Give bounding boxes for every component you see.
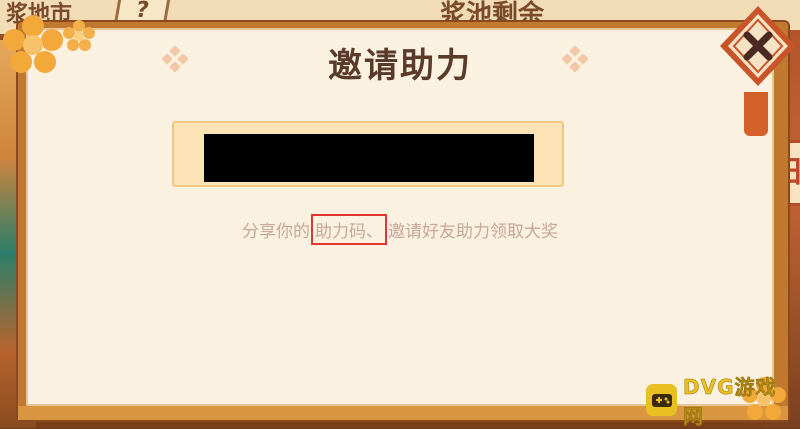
gamepad-icon [646,384,678,416]
help-code-value-redacted [204,134,534,182]
dialog-title: 邀请助力 [328,46,472,86]
flower-decoration-icon [63,20,95,51]
help-code-box[interactable] [172,121,564,187]
tassel-decoration [744,92,768,136]
hint-text-after: 邀请好友助力领取大奖 [388,222,558,242]
watermark-logo: DVG游戏网 [646,375,794,428]
close-icon[interactable] [716,2,800,92]
watermark-text: DVG游戏网 [683,375,777,429]
flower-decoration-icon [3,15,63,73]
hint-highlighted-code: 助力码、 [311,214,387,245]
share-hint: 分享你的 助力码、 邀请好友助力领取大奖 [0,214,800,245]
hint-text-before: 分享你的 [242,222,310,242]
